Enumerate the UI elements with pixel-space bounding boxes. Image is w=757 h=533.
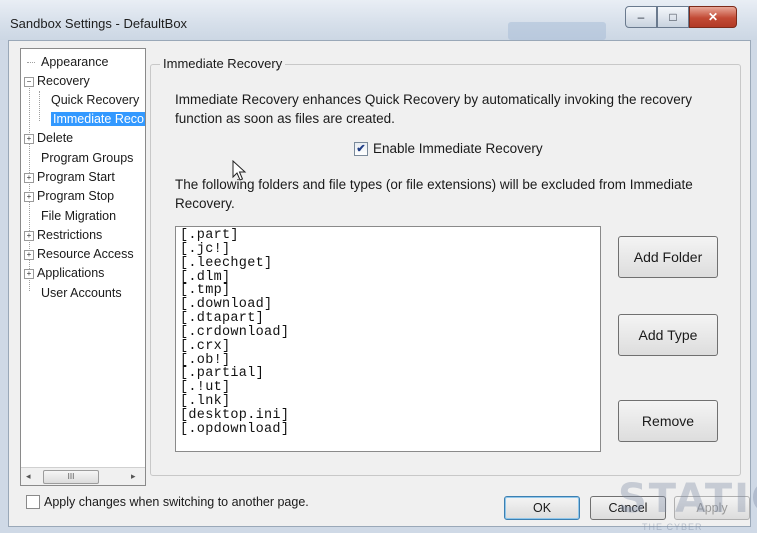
tree-item-label: Immediate Reco (51, 112, 145, 126)
tree-item-user-accounts[interactable]: User Accounts (29, 284, 122, 302)
maximize-button[interactable]: □ (657, 6, 689, 28)
scroll-thumb[interactable]: III (43, 470, 99, 484)
tree-horizontal-scrollbar[interactable]: ◂ III ▸ (21, 467, 145, 485)
tree-item-label: File Migration (41, 209, 117, 223)
tree-item-label: Program Groups (41, 151, 134, 165)
sandbox-settings-window: Sandbox Settings - DefaultBox ‒ □ ✕ Appe… (0, 0, 757, 533)
tree-item-appearance[interactable]: Appearance (27, 53, 109, 71)
list-item[interactable]: [.part] (180, 229, 596, 243)
checkbox-label: Enable Immediate Recovery (373, 141, 543, 156)
list-item[interactable]: [.jc!] (180, 242, 596, 257)
tree-item-label: Appearance (41, 55, 109, 69)
enable-immediate-recovery-checkbox[interactable]: ✔ Enable Immediate Recovery (354, 141, 543, 156)
tree-item-immediate-recovery[interactable]: Immediate Reco (39, 110, 145, 128)
list-item[interactable]: [.download] (180, 298, 596, 312)
minimize-button[interactable]: ‒ (625, 6, 657, 28)
settings-tree[interactable]: Appearance − Recovery Quick Recovery Imme… (20, 48, 146, 486)
cancel-button[interactable]: Cancel (590, 496, 666, 520)
ok-button[interactable]: OK (504, 496, 580, 520)
tree-item-quick-recovery[interactable]: Quick Recovery (39, 91, 139, 109)
expand-icon[interactable]: + (24, 250, 34, 260)
list-item[interactable]: [.dtapart] (180, 312, 596, 326)
exclusion-description: The following folders and file types (or… (175, 177, 693, 211)
apply-on-switch-label: Apply changes when switching to another … (44, 495, 309, 509)
tree-item-label: Program Start (37, 170, 115, 184)
list-item[interactable]: [.partial] (180, 367, 596, 381)
groupbox-title: Immediate Recovery (160, 56, 286, 71)
list-item[interactable]: [.crx] (180, 339, 596, 354)
list-item[interactable]: [desktop.ini] (180, 409, 596, 423)
expand-icon[interactable]: + (24, 231, 34, 241)
tree-item-program-stop[interactable]: + Program Stop (24, 187, 114, 205)
expand-icon[interactable]: + (24, 269, 34, 279)
tree-item-label: Resource Access (37, 247, 134, 261)
expand-icon[interactable]: + (24, 192, 34, 202)
window-title: Sandbox Settings - DefaultBox (10, 16, 188, 31)
close-button[interactable]: ✕ (689, 6, 737, 28)
apply-button[interactable]: Apply (674, 496, 750, 520)
tree-item-label: User Accounts (41, 286, 122, 300)
scroll-left-arrow-icon[interactable]: ◂ (26, 471, 31, 482)
list-item[interactable]: [.!ut] (180, 381, 596, 395)
caption-buttons: ‒ □ ✕ (625, 6, 737, 28)
apply-on-switch-checkbox[interactable]: Apply changes when switching to another … (26, 495, 309, 509)
list-item[interactable]: [.leechget] (180, 256, 596, 271)
list-item[interactable]: [.dlm] (180, 270, 596, 285)
tree-item-program-start[interactable]: + Program Start (24, 168, 115, 186)
add-type-button[interactable]: Add Type (618, 314, 718, 356)
checkbox-unchecked-icon[interactable] (26, 495, 40, 509)
mouse-pointer-icon (232, 160, 247, 181)
list-item[interactable]: [.crdownload] (180, 326, 596, 340)
title-bar[interactable]: Sandbox Settings - DefaultBox ‒ □ ✕ (0, 0, 757, 40)
expand-icon[interactable]: + (24, 173, 34, 183)
tree-item-delete[interactable]: + Delete (24, 129, 73, 147)
immediate-recovery-description: Immediate Recovery enhances Quick Recove… (175, 92, 692, 126)
tree-item-label: Restrictions (37, 228, 103, 242)
background-window-ghost (508, 22, 606, 40)
tree-item-label: Quick Recovery (51, 93, 140, 107)
tree-item-restrictions[interactable]: + Restrictions (24, 226, 102, 244)
checkbox-checked-icon[interactable]: ✔ (354, 141, 368, 156)
tree-item-label: Delete (37, 131, 74, 145)
tree-item-program-groups[interactable]: Program Groups (29, 149, 133, 167)
tree-item-label: Program Stop (37, 189, 115, 203)
exclusions-listbox[interactable]: [.part] [.jc!] [.leechget] [.dlm] [.tmp]… (175, 226, 601, 452)
add-folder-button[interactable]: Add Folder (618, 236, 718, 278)
tree-item-file-migration[interactable]: File Migration (29, 207, 116, 225)
expand-icon[interactable]: + (24, 134, 34, 144)
tree-item-label: Recovery (37, 74, 90, 88)
tree-item-applications[interactable]: + Applications (24, 264, 104, 282)
list-item[interactable]: [.ob!] (180, 353, 596, 368)
list-item[interactable]: [.tmp] (180, 284, 596, 298)
tree-item-resource-access[interactable]: + Resource Access (24, 245, 134, 263)
list-item[interactable]: [.lnk] (180, 395, 596, 409)
scroll-right-arrow-icon[interactable]: ▸ (131, 471, 136, 482)
tree-item-label: Applications (37, 266, 105, 280)
list-item[interactable]: [.opdownload] (180, 422, 596, 437)
collapse-icon[interactable]: − (24, 77, 34, 87)
remove-button[interactable]: Remove (618, 400, 718, 442)
tree-item-recovery[interactable]: − Recovery (24, 72, 90, 90)
